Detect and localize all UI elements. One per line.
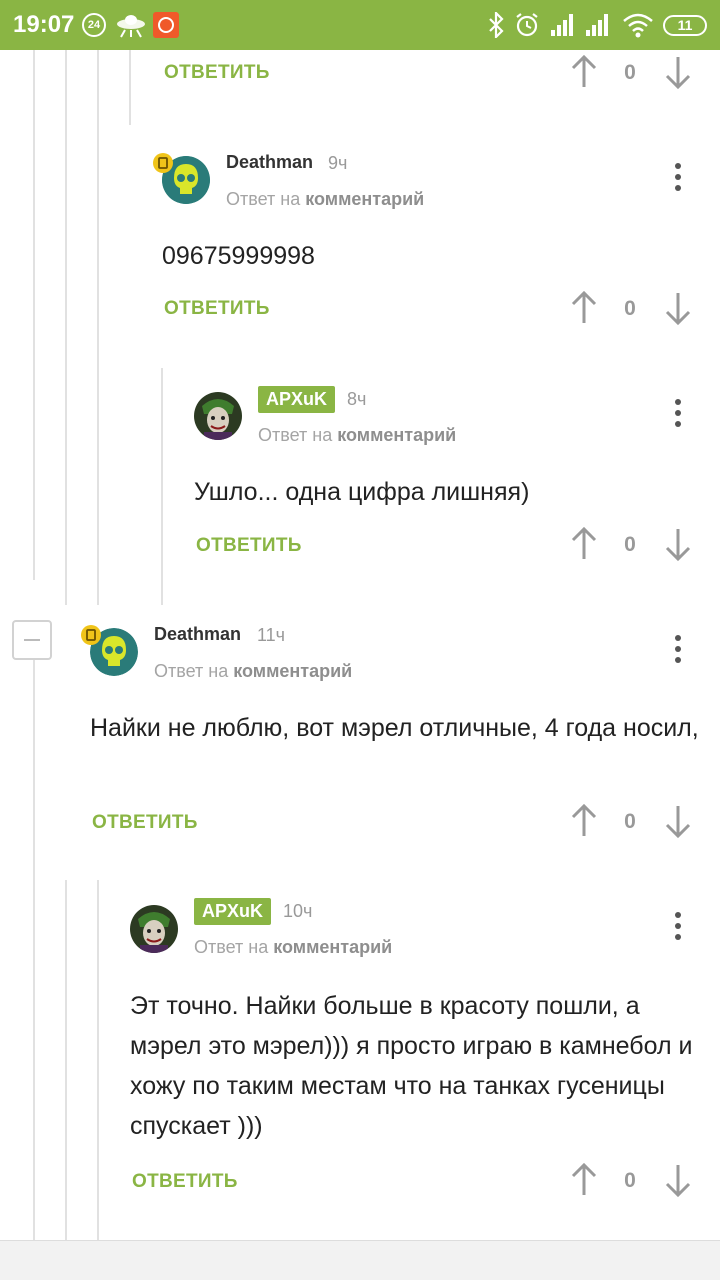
arrow-down-icon[interactable]	[663, 54, 693, 90]
arrow-down-icon[interactable]	[663, 1162, 693, 1198]
more-menu-icon[interactable]	[668, 396, 688, 432]
more-menu-icon[interactable]	[668, 909, 688, 945]
reply-to-prefix: Ответ на	[154, 661, 229, 681]
comment-text: 09675999998	[162, 242, 315, 270]
reply-to-prefix: Ответ на	[226, 189, 301, 209]
comment-time: 10ч	[283, 901, 313, 921]
alarm-icon	[516, 13, 538, 37]
reply-to-link[interactable]: комментарий	[305, 189, 424, 209]
joker-avatar-icon	[194, 392, 242, 440]
thread-line	[97, 50, 99, 605]
thread-line	[33, 660, 35, 1240]
thread-line	[129, 50, 131, 125]
reply-to-prefix: Ответ на	[258, 425, 333, 445]
author-name[interactable]: APXuK	[194, 898, 272, 925]
wifi-icon	[623, 13, 653, 38]
thread-line	[65, 880, 67, 1240]
comment-time: 11ч	[257, 625, 286, 645]
thread-line	[65, 50, 67, 605]
arrow-up-icon[interactable]	[569, 290, 599, 326]
reply-to-link[interactable]: комментарий	[273, 937, 392, 957]
arrow-up-icon[interactable]	[569, 803, 599, 839]
clock: 19:07	[13, 11, 75, 38]
avatar[interactable]	[130, 905, 178, 953]
thread-line	[97, 880, 99, 1240]
author-badge-icon	[153, 153, 173, 173]
author-badge-icon	[81, 625, 101, 645]
signal-icon-1	[551, 14, 573, 36]
author-name[interactable]: APXuK	[258, 386, 336, 413]
signal-icon-2	[586, 14, 608, 36]
bluetooth-icon	[489, 12, 504, 38]
thread-line	[161, 368, 163, 605]
thread-line	[33, 50, 35, 580]
reply-button[interactable]: ОТВЕТИТЬ	[196, 535, 302, 557]
avatar[interactable]	[194, 392, 242, 440]
collapse-thread-button[interactable]	[12, 620, 52, 660]
vote-score: 0	[624, 1169, 636, 1192]
reply-to-line: Ответ на комментарий	[194, 937, 392, 958]
vote-score: 0	[624, 61, 636, 84]
arrow-up-icon[interactable]	[569, 1162, 599, 1198]
comment-text: Ушло... одна цифра лишняя)	[194, 478, 530, 506]
arrow-down-icon[interactable]	[663, 803, 693, 839]
reply-to-line: Ответ на комментарий	[226, 189, 424, 210]
reply-to-line: Ответ на комментарий	[154, 661, 352, 682]
joker-avatar-icon	[130, 905, 178, 953]
reply-to-link[interactable]: комментарий	[337, 425, 456, 445]
notification-count-badge: 24	[82, 13, 106, 37]
more-menu-icon[interactable]	[668, 632, 688, 668]
arrow-down-icon[interactable]	[663, 290, 693, 326]
reply-button[interactable]: ОТВЕТИТЬ	[164, 62, 270, 84]
comment-time: 9ч	[328, 153, 348, 173]
status-bar: 19:07 24 11	[0, 0, 720, 50]
reply-to-link[interactable]: комментарий	[233, 661, 352, 681]
author-name[interactable]: Deathman	[226, 152, 313, 173]
comments-page[interactable]: ОТВЕТИТЬ 0 Deathman 9ч Ответ на коммента…	[0, 50, 720, 1240]
comment-text: Найки не люблю, вот мэрел отличные, 4 го…	[90, 714, 699, 742]
vote-score: 0	[624, 810, 636, 833]
reply-to-line: Ответ на комментарий	[258, 425, 456, 446]
author-name[interactable]: Deathman	[154, 624, 241, 645]
reply-button[interactable]: ОТВЕТИТЬ	[92, 812, 198, 834]
comment-text: Эт точно. Найки больше в красоту пошли, …	[130, 992, 693, 1140]
vote-score: 0	[624, 533, 636, 556]
reply-to-prefix: Ответ на	[194, 937, 269, 957]
more-menu-icon[interactable]	[668, 160, 688, 196]
vote-score: 0	[624, 297, 636, 320]
reply-button[interactable]: ОТВЕТИТЬ	[132, 1171, 238, 1193]
app-notification-icon	[153, 12, 179, 38]
battery-indicator: 11	[663, 15, 707, 36]
arrow-up-icon[interactable]	[569, 526, 599, 562]
bottom-bar	[0, 1240, 720, 1280]
reply-button[interactable]: ОТВЕТИТЬ	[164, 298, 270, 320]
arrow-up-icon[interactable]	[569, 54, 599, 90]
arrow-down-icon[interactable]	[663, 526, 693, 562]
ufo-icon	[117, 15, 145, 38]
comment-time: 8ч	[347, 389, 367, 409]
